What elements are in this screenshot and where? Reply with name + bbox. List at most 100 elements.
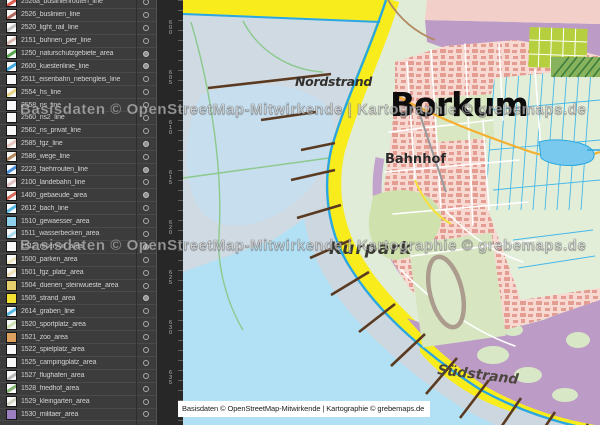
- target-circle-icon[interactable]: [143, 270, 149, 276]
- layer-row[interactable]: ›2526_buslinien_line: [0, 9, 156, 22]
- layer-thumbnail[interactable]: [6, 409, 17, 420]
- layer-thumbnail[interactable]: [6, 0, 17, 7]
- layer-row[interactable]: ›1512_reservoir_area: [0, 241, 156, 254]
- layer-thumbnail[interactable]: [6, 35, 17, 46]
- target-circle-icon[interactable]: [143, 205, 149, 211]
- layer-thumbnail[interactable]: [6, 228, 17, 239]
- layer-row[interactable]: ›2223_faehrrouten_line: [0, 164, 156, 177]
- target-circle-icon[interactable]: [143, 179, 149, 185]
- layer-thumbnail[interactable]: [6, 241, 17, 252]
- layer-thumbnail[interactable]: [6, 164, 17, 175]
- layer-thumbnail[interactable]: [6, 396, 17, 407]
- layer-thumbnail[interactable]: [6, 332, 17, 343]
- target-circle-icon[interactable]: [143, 115, 149, 121]
- target-circle-icon[interactable]: [143, 12, 149, 18]
- layer-thumbnail[interactable]: [6, 87, 17, 98]
- layer-row[interactable]: ›1510_gewaesser_area: [0, 215, 156, 228]
- layer-thumbnail[interactable]: [6, 344, 17, 355]
- target-circle-icon[interactable]: [143, 218, 149, 224]
- layer-row[interactable]: ›2614_graben_line: [0, 305, 156, 318]
- layer-thumbnail[interactable]: [6, 216, 17, 227]
- target-circle-icon[interactable]: [143, 373, 149, 379]
- target-circle-icon[interactable]: [143, 25, 149, 31]
- target-circle-icon[interactable]: [143, 295, 149, 301]
- map-canvas[interactable]: Nordstrand Borkum Bahnhof Kurpark Südstr…: [183, 0, 600, 425]
- target-circle-icon[interactable]: [143, 38, 149, 44]
- layer-row[interactable]: ›2586_wege_line: [0, 151, 156, 164]
- layer-row[interactable]: ›2585_fgz_line: [0, 138, 156, 151]
- layer-thumbnail[interactable]: [6, 74, 17, 85]
- layer-row[interactable]: ›1525_campingplatz_area: [0, 357, 156, 370]
- target-circle-icon[interactable]: [143, 63, 149, 69]
- layer-thumbnail[interactable]: [6, 177, 17, 188]
- target-circle-icon[interactable]: [143, 321, 149, 327]
- layer-row[interactable]: ›2520_light_rail_line: [0, 22, 156, 35]
- layer-row[interactable]: ›1250_naturschutzgebiete_area: [0, 48, 156, 61]
- layer-row[interactable]: ›1520_sportplatz_area: [0, 318, 156, 331]
- layer-row[interactable]: ›1400_gebaeude_area: [0, 189, 156, 202]
- layer-thumbnail[interactable]: [6, 138, 17, 149]
- layer-row[interactable]: ›1521_zoo_area: [0, 331, 156, 344]
- target-circle-icon[interactable]: [143, 231, 149, 237]
- target-circle-icon[interactable]: [143, 411, 149, 417]
- target-circle-icon[interactable]: [143, 76, 149, 82]
- layer-row[interactable]: ›2600_kuestenlinie_line: [0, 60, 156, 73]
- layer-thumbnail[interactable]: [6, 9, 17, 20]
- target-circle-icon[interactable]: [143, 386, 149, 392]
- layer-row[interactable]: ›2558_ns_line: [0, 99, 156, 112]
- layer-thumbnail[interactable]: [6, 48, 17, 59]
- target-circle-icon[interactable]: [143, 257, 149, 263]
- layer-thumbnail[interactable]: [6, 203, 17, 214]
- target-circle-icon[interactable]: [143, 128, 149, 134]
- layer-thumbnail[interactable]: [6, 267, 17, 278]
- layer-thumbnail[interactable]: [6, 357, 17, 368]
- layer-thumbnail[interactable]: [6, 100, 17, 111]
- target-circle-icon[interactable]: [143, 0, 149, 5]
- target-circle-icon[interactable]: [143, 360, 149, 366]
- target-circle-icon[interactable]: [143, 141, 149, 147]
- layer-thumbnail[interactable]: [6, 112, 17, 123]
- target-circle-icon[interactable]: [143, 399, 149, 405]
- layer-row[interactable]: ›1504_duenen_steinwueste_area: [0, 280, 156, 293]
- target-circle-icon[interactable]: [143, 334, 149, 340]
- layer-thumbnail[interactable]: [6, 280, 17, 291]
- map-viewport[interactable]: Nordstrand Borkum Bahnhof Kurpark Südstr…: [183, 0, 600, 425]
- layer-row[interactable]: ›1500_parken_area: [0, 254, 156, 267]
- layer-row[interactable]: ›1511_wasserbecken_area: [0, 228, 156, 241]
- target-circle-icon[interactable]: [143, 347, 149, 353]
- layer-row[interactable]: ›1528_friedhof_area: [0, 383, 156, 396]
- layer-row[interactable]: ›1505_strand_area: [0, 292, 156, 305]
- layer-thumbnail[interactable]: [6, 293, 17, 304]
- target-circle-icon[interactable]: [143, 283, 149, 289]
- layer-row[interactable]: ›2100_landebahn_line: [0, 176, 156, 189]
- target-circle-icon[interactable]: [143, 192, 149, 198]
- target-circle-icon[interactable]: [143, 167, 149, 173]
- layer-thumbnail[interactable]: [6, 125, 17, 136]
- layer-thumbnail[interactable]: [6, 370, 17, 381]
- layer-thumbnail[interactable]: [6, 319, 17, 330]
- layer-row[interactable]: ›1530_militaer_area: [0, 409, 156, 422]
- layer-row[interactable]: ›1522_spielplatz_area: [0, 344, 156, 357]
- layer-thumbnail[interactable]: [6, 383, 17, 394]
- target-circle-icon[interactable]: [143, 102, 149, 108]
- layer-row[interactable]: ›2151_buhnen_pier_line: [0, 35, 156, 48]
- layer-row[interactable]: ›2612_bach_line: [0, 202, 156, 215]
- layer-row[interactable]: ›2526a_buslinienrouten_line: [0, 0, 156, 9]
- layer-row[interactable]: ›2562_ns_privat_line: [0, 125, 156, 138]
- target-circle-icon[interactable]: [143, 244, 149, 250]
- layer-row[interactable]: ›2560_ns2_line: [0, 112, 156, 125]
- layer-row[interactable]: ›2511_eisenbahn_nebengleis_line: [0, 73, 156, 86]
- layer-thumbnail[interactable]: [6, 22, 17, 33]
- layer-thumbnail[interactable]: [6, 61, 17, 72]
- layer-thumbnail[interactable]: [6, 306, 17, 317]
- layer-thumbnail[interactable]: [6, 190, 17, 201]
- layer-row[interactable]: ›1529_kleingarten_area: [0, 396, 156, 409]
- layer-row[interactable]: ›1527_flughafen_area: [0, 370, 156, 383]
- target-circle-icon[interactable]: [143, 308, 149, 314]
- target-circle-icon[interactable]: [143, 154, 149, 160]
- target-circle-icon[interactable]: [143, 51, 149, 57]
- layer-thumbnail[interactable]: [6, 254, 17, 265]
- target-circle-icon[interactable]: [143, 89, 149, 95]
- layer-row[interactable]: ›1501_fgz_platz_area: [0, 267, 156, 280]
- layer-row[interactable]: ›2554_hs_line: [0, 86, 156, 99]
